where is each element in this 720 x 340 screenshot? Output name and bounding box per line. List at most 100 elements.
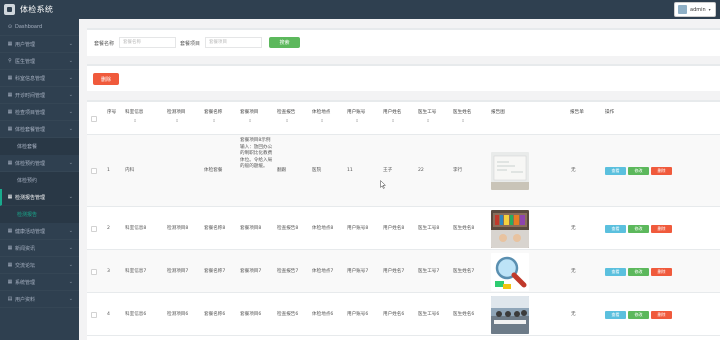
column-header[interactable]: 用户账号 ⇕ bbox=[347, 110, 367, 124]
package-item-input[interactable]: 套餐项目 bbox=[205, 37, 262, 48]
grid-icon: ▦ bbox=[7, 228, 13, 234]
chevron-down-icon: ⌄ bbox=[68, 92, 73, 98]
sidebar-item-system[interactable]: ▦ 系统管理 ⌄ bbox=[0, 274, 79, 291]
sidebar-item-packages-sub[interactable]: 体检套餐 bbox=[0, 138, 79, 155]
sidebar-item-dept[interactable]: ▦ 科室信息管理 ⌄ bbox=[0, 70, 79, 87]
sidebar-item-items[interactable]: ▦ 检查项目管理 ⌄ bbox=[0, 104, 79, 121]
report-image[interactable] bbox=[491, 295, 529, 334]
grid-icon: ▦ bbox=[7, 126, 13, 132]
sidebar-item-label: 用户管理 bbox=[15, 41, 36, 48]
row-actions: 查看 修改 删除 bbox=[605, 310, 672, 319]
edit-button[interactable]: 修改 bbox=[628, 167, 649, 175]
delete-button[interactable]: 删除 bbox=[651, 267, 672, 276]
column-header-label: 套餐项目 bbox=[240, 110, 259, 115]
cell-uname: 用户姓名6 bbox=[383, 311, 405, 317]
sidebar-item-appointments[interactable]: ▦ 体检预约管理 ⌄ bbox=[0, 155, 79, 172]
cell-doc_no: 医生工号8 bbox=[418, 225, 440, 231]
sidebar-item-packages[interactable]: ▦ 体检套餐管理 ⌄ bbox=[0, 121, 79, 138]
column-header-label: 检测项目 bbox=[167, 110, 186, 115]
column-header[interactable]: 科室信息 ⇕ bbox=[125, 110, 145, 124]
sidebar-item-users[interactable]: ▦ 用户管理 ⌄ bbox=[0, 36, 79, 53]
row-checkbox[interactable] bbox=[91, 168, 97, 174]
column-header[interactable]: 报告单 bbox=[570, 110, 584, 116]
edit-button[interactable]: 修改 bbox=[628, 310, 649, 319]
report-image[interactable] bbox=[491, 152, 529, 190]
select-all-checkbox[interactable] bbox=[91, 116, 97, 122]
row-actions: 查看 修改 删除 bbox=[605, 167, 672, 175]
report-image[interactable] bbox=[491, 252, 529, 291]
cell-pkg: 体检套餐 bbox=[204, 168, 223, 173]
sort-icon[interactable]: ⇕ bbox=[204, 118, 224, 124]
table-row[interactable]: 3 科室信息7 检测项目7 套餐名称7 套餐项目7 检查报告7 体检地点7 用户账号7 用户姓名… bbox=[87, 250, 720, 293]
view-button[interactable]: 查看 bbox=[605, 167, 626, 175]
column-header[interactable]: 检查报告 ⇕ bbox=[277, 110, 297, 124]
sort-icon[interactable]: ⇕ bbox=[277, 118, 297, 124]
package-name-input[interactable]: 套餐名称 bbox=[119, 37, 176, 48]
search-button[interactable]: 搜索 bbox=[269, 37, 300, 48]
row-actions: 查看 修改 删除 bbox=[605, 267, 672, 276]
cell-item: 检测项目7 bbox=[167, 268, 189, 274]
column-header[interactable]: 医生工号 ⇕ bbox=[418, 110, 438, 124]
sidebar-item-health[interactable]: ▦ 健康活动管理 ⌄ bbox=[0, 223, 79, 240]
column-header-label: 报告单 bbox=[570, 110, 584, 115]
edit-button[interactable]: 修改 bbox=[628, 224, 649, 233]
sort-icon[interactable]: ⇕ bbox=[240, 118, 260, 124]
column-header[interactable]: 套餐名称 ⇕ bbox=[204, 110, 224, 124]
sidebar-item-appointments-sub[interactable]: 体检预约 bbox=[0, 172, 79, 189]
column-header[interactable]: 套餐项目 ⇕ bbox=[240, 110, 260, 124]
column-header[interactable]: 检测项目 ⇕ bbox=[167, 110, 187, 124]
sort-icon[interactable]: ⇕ bbox=[383, 118, 403, 124]
sidebar-item-forum[interactable]: ▦ 交流论坛 ⌄ bbox=[0, 257, 79, 274]
row-checkbox[interactable] bbox=[91, 225, 97, 232]
view-button[interactable]: 查看 bbox=[605, 224, 626, 233]
column-header[interactable]: 用户姓名 ⇕ bbox=[383, 110, 403, 124]
sort-icon[interactable]: ⇕ bbox=[418, 118, 438, 124]
sidebar-item-reports[interactable]: ▦ 检测报告管理 ⌄ bbox=[0, 189, 79, 206]
row-checkbox[interactable] bbox=[91, 311, 97, 318]
column-header[interactable]: 体检地点 ⇕ bbox=[312, 110, 332, 124]
sort-icon[interactable]: ⇕ bbox=[167, 118, 187, 124]
delete-button[interactable]: 删除 bbox=[651, 167, 672, 175]
sort-icon[interactable]: ⇕ bbox=[125, 118, 145, 124]
grid-icon: ▦ bbox=[7, 109, 13, 115]
sort-icon[interactable]: ⇕ bbox=[453, 118, 473, 124]
chevron-down-icon: ⌄ bbox=[68, 262, 73, 268]
report-image[interactable] bbox=[491, 209, 529, 248]
search-label-package-name: 套餐名称 bbox=[94, 41, 115, 47]
sidebar-item-opentime[interactable]: ▦ 开诊时间管理 ⌄ bbox=[0, 87, 79, 104]
table-row[interactable]: 1 内科 体检套餐 套餐项目8示例输入：放回办公的制职比化教费体位。令给入局的般的题缓… bbox=[87, 135, 720, 207]
sort-icon[interactable]: ⇕ bbox=[312, 118, 332, 124]
view-button[interactable]: 查看 bbox=[605, 267, 626, 276]
sidebar: ⊙ Dashboard ▦ 用户管理 ⌄ ⚲ 医生管理 ⌄ ▦ 科室信息管理 ⌄ ▦ 开诊时间管理 ⌄ ▦ 检… bbox=[0, 19, 79, 340]
column-header[interactable]: 操作 bbox=[605, 110, 614, 116]
search-label-package-item: 套餐项目 bbox=[180, 41, 201, 47]
pin-icon: ⚲ bbox=[8, 58, 12, 64]
table-row[interactable]: 2 科室信息8 检测项目8 套餐名称8 套餐项目8 检查报告8 体检地点8 用户账号8 用户姓名… bbox=[87, 207, 720, 250]
sort-icon[interactable]: ⇕ bbox=[347, 118, 367, 124]
edit-button[interactable]: 修改 bbox=[628, 267, 649, 276]
column-header[interactable]: 报告图 bbox=[491, 110, 505, 116]
sidebar-item-doctors[interactable]: ⚲ 医生管理 ⌄ bbox=[0, 53, 79, 70]
user-menu-button[interactable]: admin ▾ bbox=[674, 2, 716, 17]
delete-button[interactable]: 删除 bbox=[651, 310, 672, 319]
chevron-down-icon: ⌄ bbox=[68, 58, 73, 64]
cell-account: 11 bbox=[347, 168, 353, 173]
row-checkbox[interactable] bbox=[91, 268, 97, 275]
sidebar-item-dashboard[interactable]: ⊙ Dashboard bbox=[0, 19, 79, 36]
table-row[interactable]: 4 科室信息6 检测项目6 套餐名称6 套餐项目6 检查报告6 体检地点6 用户账号6 用户姓名… bbox=[87, 293, 720, 336]
column-header[interactable]: 序号 bbox=[107, 110, 116, 116]
batch-delete-button[interactable]: 删除 bbox=[93, 73, 119, 85]
cell-report: 检查报告6 bbox=[277, 311, 299, 317]
sidebar-item-reports-sub[interactable]: 检测报告 bbox=[0, 206, 79, 223]
sidebar-item-label: 开诊时间管理 bbox=[15, 92, 46, 99]
cell-doc_name: 李行 bbox=[453, 168, 463, 173]
sidebar-item-label: 用户资料 bbox=[15, 296, 36, 303]
mouse-cursor-icon bbox=[380, 180, 386, 189]
column-header-label: 操作 bbox=[605, 110, 615, 115]
delete-button[interactable]: 删除 bbox=[651, 224, 672, 233]
column-header[interactable]: 医生姓名 ⇕ bbox=[453, 110, 473, 124]
cell-pkg: 套餐名称7 bbox=[204, 268, 226, 274]
sidebar-item-profile[interactable]: ▤ 用户资料 ⌄ bbox=[0, 291, 79, 308]
view-button[interactable]: 查看 bbox=[605, 310, 626, 319]
sidebar-item-news[interactable]: ▦ 新闻资讯 ⌄ bbox=[0, 240, 79, 257]
